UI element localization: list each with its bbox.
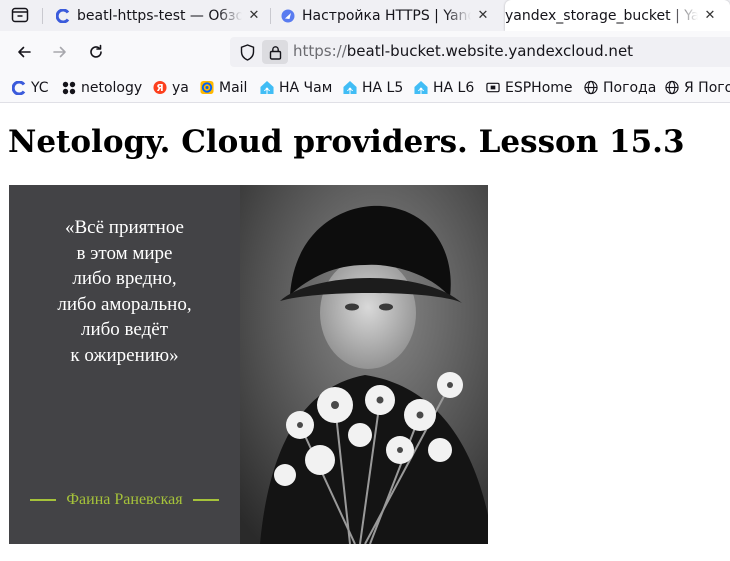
author-name: Фаина Раневская (66, 491, 183, 508)
netology-icon (62, 81, 76, 95)
globe-icon (665, 80, 679, 95)
tab-yandex-storage-bucket[interactable]: yandex_storage_bucket | Yandex ✕ (505, 0, 730, 31)
quote-panel: «Всё приятное в этом мире либо вредно, л… (9, 185, 240, 544)
bookmark-label: Mail (219, 79, 248, 96)
bookmark-ya[interactable]: Я ya (153, 79, 189, 96)
bookmark-mail[interactable]: Mail (200, 79, 247, 96)
bookmark-pogoda[interactable]: Погода (584, 79, 656, 96)
quote-line: «Всё приятное (64, 217, 184, 238)
bookmark-label: ya (172, 79, 189, 96)
tab-title: beatl-https-test — Обзор (77, 7, 242, 24)
tab-title: yandex_storage_bucket | Yandex (505, 7, 698, 24)
quote-line: либо аморально, (57, 293, 192, 315)
url-host: beatl-bucket.website.yandexcloud.net (346, 42, 634, 60)
home-assistant-icon (343, 80, 357, 95)
bookmark-esphome[interactable]: ESPHome (486, 79, 573, 96)
bookmark-ha-cham[interactable]: НА Чам (260, 79, 332, 96)
address-bar[interactable]: https://beatl-bucket.website.yandexcloud… (230, 37, 730, 67)
yandex-docs-icon (281, 9, 295, 23)
bookmark-label: Погода (603, 79, 657, 96)
yandex-icon: Я (153, 80, 167, 95)
quote-image: «Всё приятное в этом мире либо вредно, л… (9, 185, 488, 544)
close-tab-icon[interactable]: ✕ (702, 8, 718, 24)
back-button[interactable] (11, 39, 37, 65)
bookmark-ha-l6[interactable]: НА L6 (414, 79, 474, 96)
svg-text:Я: Я (156, 83, 163, 94)
tab-https-settings[interactable]: Настройка HTTPS | Yandex ✕ (281, 0, 491, 31)
close-tab-icon[interactable]: ✕ (246, 8, 262, 24)
bookmark-label: НА L6 (433, 79, 475, 96)
quote-author: Фаина Раневская (9, 491, 240, 509)
url-scheme: https:// (293, 42, 347, 60)
forward-arrow-icon (53, 46, 66, 58)
quote-text: «Всё приятное в этом мире либо вредно, л… (9, 215, 240, 368)
author-dash-left (30, 499, 57, 501)
tab-separator (270, 8, 271, 24)
bookmark-label: Я Пого (684, 79, 730, 96)
globe-icon (584, 80, 598, 95)
bookmark-ya-pogoda[interactable]: Я Пого (665, 79, 730, 96)
bookmark-label: ESPHome (505, 79, 573, 96)
tab-strip: beatl-https-test — Обзор ✕ Настройка HTT… (0, 0, 730, 31)
list-all-tabs-button[interactable] (8, 4, 32, 26)
lock-icon (269, 45, 281, 60)
quote-line: в этом мире (76, 242, 173, 264)
home-assistant-icon (414, 80, 428, 95)
bookmark-netology[interactable]: netology (62, 79, 142, 96)
quote-line: либо вредно, (72, 268, 177, 289)
site-security-button[interactable] (262, 40, 288, 64)
tracking-protection-icon[interactable] (238, 43, 256, 61)
close-tab-icon[interactable]: ✕ (475, 8, 491, 24)
tab-list-icon (11, 7, 29, 23)
page-heading: Netology. Cloud providers. Lesson 15.3 (8, 124, 685, 160)
home-assistant-icon (260, 80, 274, 95)
bookmark-yc[interactable]: YC (12, 79, 49, 96)
forward-button[interactable] (47, 39, 73, 65)
back-arrow-icon (18, 46, 31, 58)
url-text[interactable]: https://beatl-bucket.website.yandexcloud… (293, 42, 633, 60)
yandex-cloud-icon (56, 8, 70, 23)
mail-icon (200, 80, 214, 95)
quote-line: к ожирению» (70, 344, 179, 366)
esphome-icon (486, 81, 500, 95)
tab-separator (42, 8, 43, 24)
bookmark-label: netology (81, 79, 143, 96)
quote-line: либо ведёт (80, 319, 168, 340)
author-dash-right (192, 499, 219, 501)
tab-beatl-https-test[interactable]: beatl-https-test — Обзор ✕ (56, 0, 262, 31)
reload-icon (90, 44, 102, 58)
yandex-cloud-icon (12, 80, 26, 95)
portrait-photo (240, 185, 488, 544)
bookmark-label: YC (31, 79, 49, 96)
bookmark-ha-l5[interactable]: НА L5 (343, 79, 403, 96)
reload-button[interactable] (83, 39, 109, 65)
bookmark-label: НА Чам (279, 79, 333, 96)
tab-title: Настройка HTTPS | Yandex (302, 7, 471, 24)
bookmarks-toolbar: YC netology Я ya Mail НА Чам НА L5 НА L6… (0, 72, 730, 103)
bookmark-label: НА L5 (362, 79, 404, 96)
